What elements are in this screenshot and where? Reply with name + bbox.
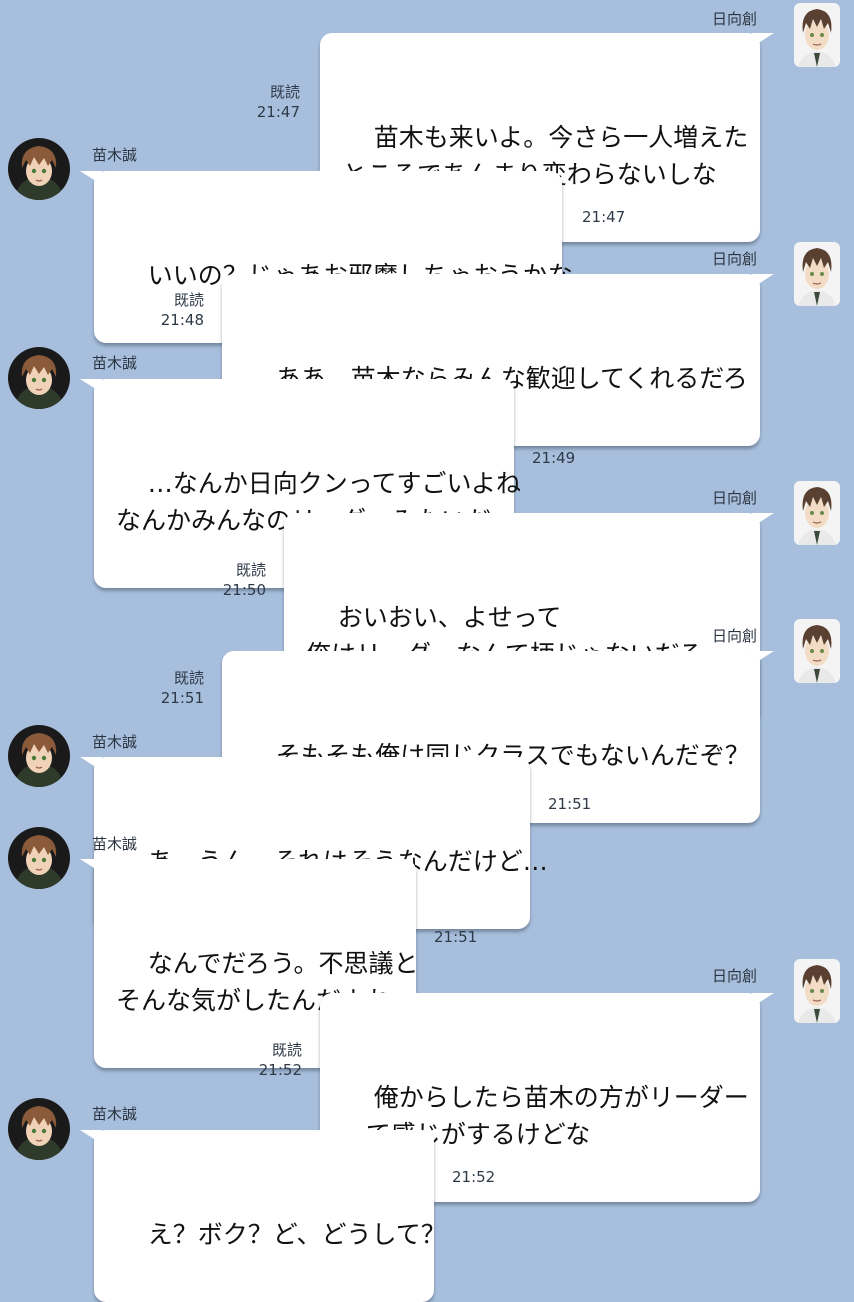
bubble-tail — [80, 379, 102, 393]
naegi-avatar[interactable] — [8, 138, 70, 200]
message-time: 21:47 — [582, 208, 626, 226]
message-time: 21:49 — [532, 449, 576, 467]
message-time: 21:51 — [548, 795, 592, 813]
read-status: 既読 — [269, 83, 300, 101]
message-meta: 既読 21:48 — [152, 290, 204, 330]
sender-name: 日向創 — [712, 627, 758, 645]
naegi-avatar[interactable] — [8, 725, 70, 787]
hinata-avatar[interactable] — [794, 242, 840, 306]
bubble-tail — [752, 33, 774, 47]
read-status: 既読 — [173, 291, 204, 309]
naegi-avatar[interactable] — [8, 1098, 70, 1160]
message-text: え？ボク？ど、どうして？ — [147, 1220, 446, 1249]
bubble-tail — [752, 513, 774, 527]
message-time: 21:48 — [160, 311, 204, 329]
sender-name: 苗木誠 — [92, 1105, 138, 1123]
hinata-avatar[interactable] — [794, 3, 840, 67]
sender-name: 日向創 — [712, 967, 758, 985]
bubble-tail — [80, 757, 102, 771]
message-meta: 既読 21:52 — [250, 1040, 302, 1080]
sender-name: 日向創 — [712, 489, 758, 507]
read-status: 既読 — [235, 561, 266, 579]
message-time: 21:47 — [256, 103, 300, 121]
sender-name: 日向創 — [712, 10, 758, 28]
message-time: 21:51 — [434, 928, 478, 946]
message-meta: 既読 21:51 — [152, 668, 204, 708]
sender-name: 苗木誠 — [92, 146, 138, 164]
sender-name: 苗木誠 — [92, 354, 138, 372]
naegi-avatar[interactable] — [8, 827, 70, 889]
sender-name: 苗木誠 — [92, 835, 138, 853]
message-meta: 既読 21:47 — [248, 82, 300, 122]
read-status: 既読 — [173, 669, 204, 687]
naegi-avatar[interactable] — [8, 347, 70, 409]
message-time: 21:50 — [222, 581, 266, 599]
hinata-avatar[interactable] — [794, 619, 840, 683]
message-meta: 既読 21:50 — [214, 560, 266, 600]
bubble-tail — [80, 171, 102, 185]
read-status: 既読 — [271, 1041, 302, 1059]
sender-name: 日向創 — [712, 250, 758, 268]
bubble-tail — [80, 859, 102, 873]
message-time: 21:51 — [160, 689, 204, 707]
sender-name: 苗木誠 — [92, 733, 138, 751]
hinata-avatar[interactable] — [794, 481, 840, 545]
message-time: 21:52 — [258, 1061, 302, 1079]
bubble-tail — [752, 993, 774, 1007]
bubble-tail — [752, 274, 774, 288]
message-bubble: え？ボク？ど、どうして？ — [80, 1130, 446, 1302]
bubble-tail — [80, 1130, 102, 1144]
message-time: 21:52 — [452, 1168, 496, 1186]
bubble-tail — [752, 651, 774, 665]
hinata-avatar[interactable] — [794, 959, 840, 1023]
